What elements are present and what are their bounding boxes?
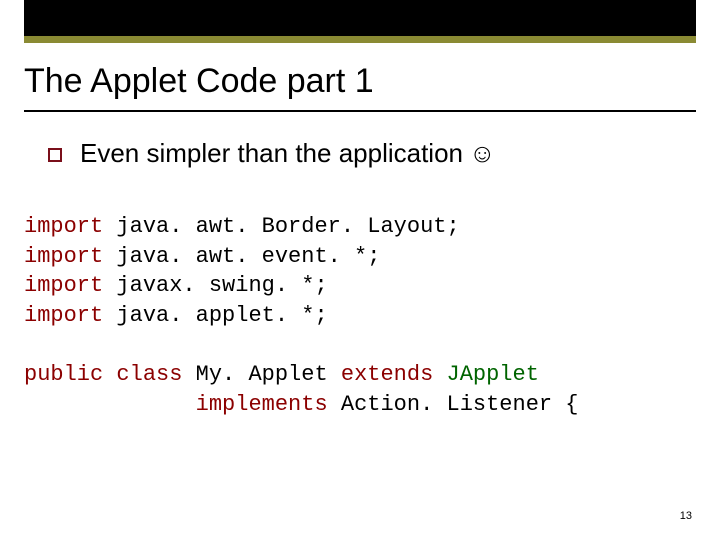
code-line-2: java. awt. event. *;	[103, 244, 380, 269]
kw-class: class	[116, 362, 182, 387]
square-bullet-icon	[48, 148, 62, 162]
bullet-text: Even simpler than the application	[80, 138, 463, 169]
code-cls-name: JApplet	[433, 362, 539, 387]
code-cls-pre: My. Applet	[182, 362, 340, 387]
code-imports: import java. awt. Border. Layout; import…	[24, 212, 460, 331]
top-bar-olive	[24, 36, 696, 43]
kw-import: import	[24, 214, 103, 239]
slide-number: 13	[680, 510, 692, 522]
kw-import: import	[24, 244, 103, 269]
smile-icon: ☺	[469, 138, 496, 169]
top-bar-black	[24, 0, 696, 36]
kw-extends: extends	[341, 362, 433, 387]
code-indent	[24, 392, 196, 417]
slide-title: The Applet Code part 1	[24, 62, 374, 101]
kw-public: public	[24, 362, 103, 387]
title-underline	[24, 110, 696, 112]
code-line-1: java. awt. Border. Layout;	[103, 214, 459, 239]
code-impl-rest: Action. Listener {	[328, 392, 579, 417]
kw-import: import	[24, 303, 103, 328]
kw-implements: implements	[196, 392, 328, 417]
kw-import: import	[24, 273, 103, 298]
code-line-4: java. applet. *;	[103, 303, 327, 328]
code-classdecl: public class My. Applet extends JApplet …	[24, 360, 579, 419]
bullet-row: Even simpler than the application ☺	[48, 138, 496, 169]
code-line-3: javax. swing. *;	[103, 273, 327, 298]
